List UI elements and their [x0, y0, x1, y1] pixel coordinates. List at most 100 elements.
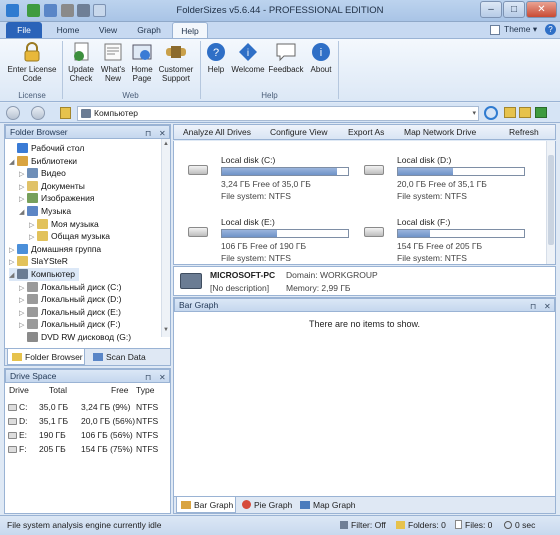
drives-scrollbar[interactable]: [546, 141, 555, 264]
window-mode-icon[interactable]: [490, 25, 500, 35]
back-icon[interactable]: [6, 106, 20, 120]
tab-scan-data[interactable]: Scan Data: [89, 349, 159, 365]
tree-item-label: Локальный диск (E:): [41, 306, 121, 317]
tree-item[interactable]: ▷ Локальный диск (E:): [19, 306, 121, 319]
expanded-arrow-icon[interactable]: ◢: [19, 207, 27, 220]
scroll-down-icon[interactable]: ▼: [163, 327, 169, 335]
forward-icon[interactable]: [31, 106, 45, 120]
tree-item[interactable]: DVD RW дисковод (G:): [19, 331, 131, 344]
tab-help[interactable]: Help: [172, 22, 208, 38]
about-icon: i: [312, 43, 330, 61]
tree-item[interactable]: ▷ SlaYSteR: [9, 255, 68, 268]
theme-menu[interactable]: Theme ▾: [504, 24, 537, 35]
tree-item[interactable]: ▷ Локальный диск (F:): [19, 318, 121, 331]
drive-space-row[interactable]: E: 190 ГБ 106 ГБ (56%) NTFS: [5, 429, 170, 442]
enter-license-button[interactable]: Enter License Code: [6, 41, 58, 83]
welcome-button[interactable]: i Welcome: [229, 41, 267, 74]
pin-icon[interactable]: ⊓: [145, 371, 151, 384]
help-button[interactable]: ? Help: [203, 41, 229, 74]
close-panel-icon[interactable]: ✕: [544, 300, 551, 313]
drives-scroll-thumb[interactable]: [548, 155, 554, 245]
tab-file[interactable]: File: [6, 22, 42, 38]
scan-icon[interactable]: [535, 107, 547, 118]
analyze-all-drives-button[interactable]: Analyze All Drives: [183, 125, 251, 140]
tree-item[interactable]: ▷ Общая музыка: [29, 230, 110, 243]
drive-space-header: Drive Space ⊓ ✕: [5, 369, 170, 383]
tab-view[interactable]: View: [90, 22, 126, 38]
drive-tile[interactable]: Local disk (E:) 106 ГБ Free of 190 ГБ File…: [188, 217, 358, 265]
folder-icon: [17, 269, 28, 279]
maximize-button[interactable]: □: [503, 1, 525, 18]
scroll-up-icon[interactable]: ▲: [163, 141, 169, 149]
tree-item[interactable]: ▷ Моя музыка: [29, 218, 99, 231]
whats-new-label2: New: [104, 74, 121, 83]
map-network-drive-button[interactable]: Map Network Drive: [404, 125, 476, 140]
home-page-label1: Home: [131, 65, 153, 74]
home-page-button[interactable]: Home Page: [128, 41, 156, 83]
expanded-arrow-icon[interactable]: ◢: [9, 270, 17, 283]
tree-item[interactable]: ◢ Музыка: [19, 205, 71, 218]
folder-browser-panel: Folder Browser ⊓ ✕ Рабочий стол ◢ Библиоте…: [4, 124, 171, 366]
folder-icon: [27, 168, 38, 179]
about-button[interactable]: i About: [306, 41, 336, 74]
tree-item[interactable]: ▷ Видео: [19, 167, 66, 180]
tree-item-label: Локальный диск (F:): [41, 319, 121, 330]
tab-scan-data-label: Scan Data: [106, 352, 146, 362]
tab-pie-graph[interactable]: Pie Graph: [238, 497, 296, 513]
tree-item-label: Рабочий стол: [31, 143, 85, 153]
column-free[interactable]: Free: [111, 385, 128, 395]
drive-tile[interactable]: Local disk (D:) 20,0 ГБ Free of 35,1 ГБ Fi…: [364, 155, 534, 203]
tree-item[interactable]: ▷ Документы: [19, 180, 85, 193]
tab-map-graph[interactable]: Map Graph: [296, 497, 358, 513]
tree-item[interactable]: ▷ Локальный диск (C:): [19, 281, 121, 294]
minimize-button[interactable]: –: [480, 1, 502, 18]
tab-bar-graph[interactable]: Bar Graph: [176, 497, 236, 513]
up-folder-icon[interactable]: [60, 107, 71, 119]
drive-space-row[interactable]: F: 205 ГБ 154 ГБ (75%) NTFS: [5, 443, 170, 456]
tab-graph[interactable]: Graph: [130, 22, 168, 38]
tab-folder-browser[interactable]: Folder Browser: [7, 349, 85, 365]
column-type[interactable]: Type: [136, 385, 154, 395]
update-check-button[interactable]: Update Check: [65, 41, 97, 83]
chevron-down-icon[interactable]: ▾: [472, 107, 476, 120]
pin-icon[interactable]: ⊓: [530, 300, 536, 313]
refresh-button[interactable]: Refresh: [509, 125, 539, 140]
open-folder-icon[interactable]: [504, 107, 516, 118]
pin-icon[interactable]: ⊓: [145, 127, 151, 140]
folder-browser-header: Folder Browser ⊓ ✕: [5, 125, 170, 139]
update-check-label2: Check: [69, 74, 93, 83]
tree-item[interactable]: ◢ Библиотеки: [9, 155, 77, 168]
tree-item-label: Компьютер: [31, 269, 75, 279]
tree-item[interactable]: ▷ Локальный диск (D:): [19, 293, 121, 306]
refresh-icon[interactable]: [484, 106, 498, 120]
help-icon-small[interactable]: ?: [545, 24, 556, 35]
tree-item[interactable]: ◢ Компьютер: [9, 268, 79, 281]
expanded-arrow-icon[interactable]: ◢: [9, 157, 17, 170]
tree-item[interactable]: ▷ Домашняя группа: [9, 243, 101, 256]
customer-support-button[interactable]: Customer Support: [156, 41, 196, 83]
tree-scrollbar[interactable]: ▲ ▼: [161, 139, 170, 337]
new-folder-icon[interactable]: [519, 107, 531, 118]
export-as-button[interactable]: Export As: [348, 125, 384, 140]
drive-tile[interactable]: Local disk (F:) 154 ГБ Free of 205 ГБ File…: [364, 217, 534, 265]
status-time: 0 sec: [504, 520, 535, 530]
cell-total: 205 ГБ: [39, 444, 66, 454]
drive-tile[interactable]: Local disk (C:) 3,24 ГБ Free of 35,0 ГБ Fi…: [188, 155, 358, 203]
tab-home[interactable]: Home: [50, 22, 86, 38]
drive-space-row[interactable]: C: 35,0 ГБ 3,24 ГБ (9%) NTFS: [5, 401, 170, 414]
close-button[interactable]: ✕: [526, 1, 557, 18]
whats-new-button[interactable]: What's New: [97, 41, 129, 83]
column-drive[interactable]: Drive: [9, 385, 29, 395]
address-input[interactable]: Компьютер ▾: [77, 106, 479, 121]
feedback-button[interactable]: Feedback: [267, 41, 305, 74]
column-total[interactable]: Total: [49, 385, 67, 395]
folder-icon: [17, 143, 28, 153]
close-panel-icon[interactable]: ✕: [159, 371, 166, 384]
tree-item-label: SlaYSteR: [31, 256, 68, 267]
drives-panel: Local disk (C:) 3,24 ГБ Free of 35,0 ГБ Fi…: [173, 141, 556, 265]
configure-view-button[interactable]: Configure View: [270, 125, 328, 140]
tree-item[interactable]: Рабочий стол: [9, 142, 84, 155]
status-filter[interactable]: Filter: Off: [340, 520, 386, 530]
tree-item[interactable]: ▷ Изображения: [19, 192, 94, 205]
drive-space-row[interactable]: D: 35,1 ГБ 20,0 ГБ (56%) NTFS: [5, 415, 170, 428]
